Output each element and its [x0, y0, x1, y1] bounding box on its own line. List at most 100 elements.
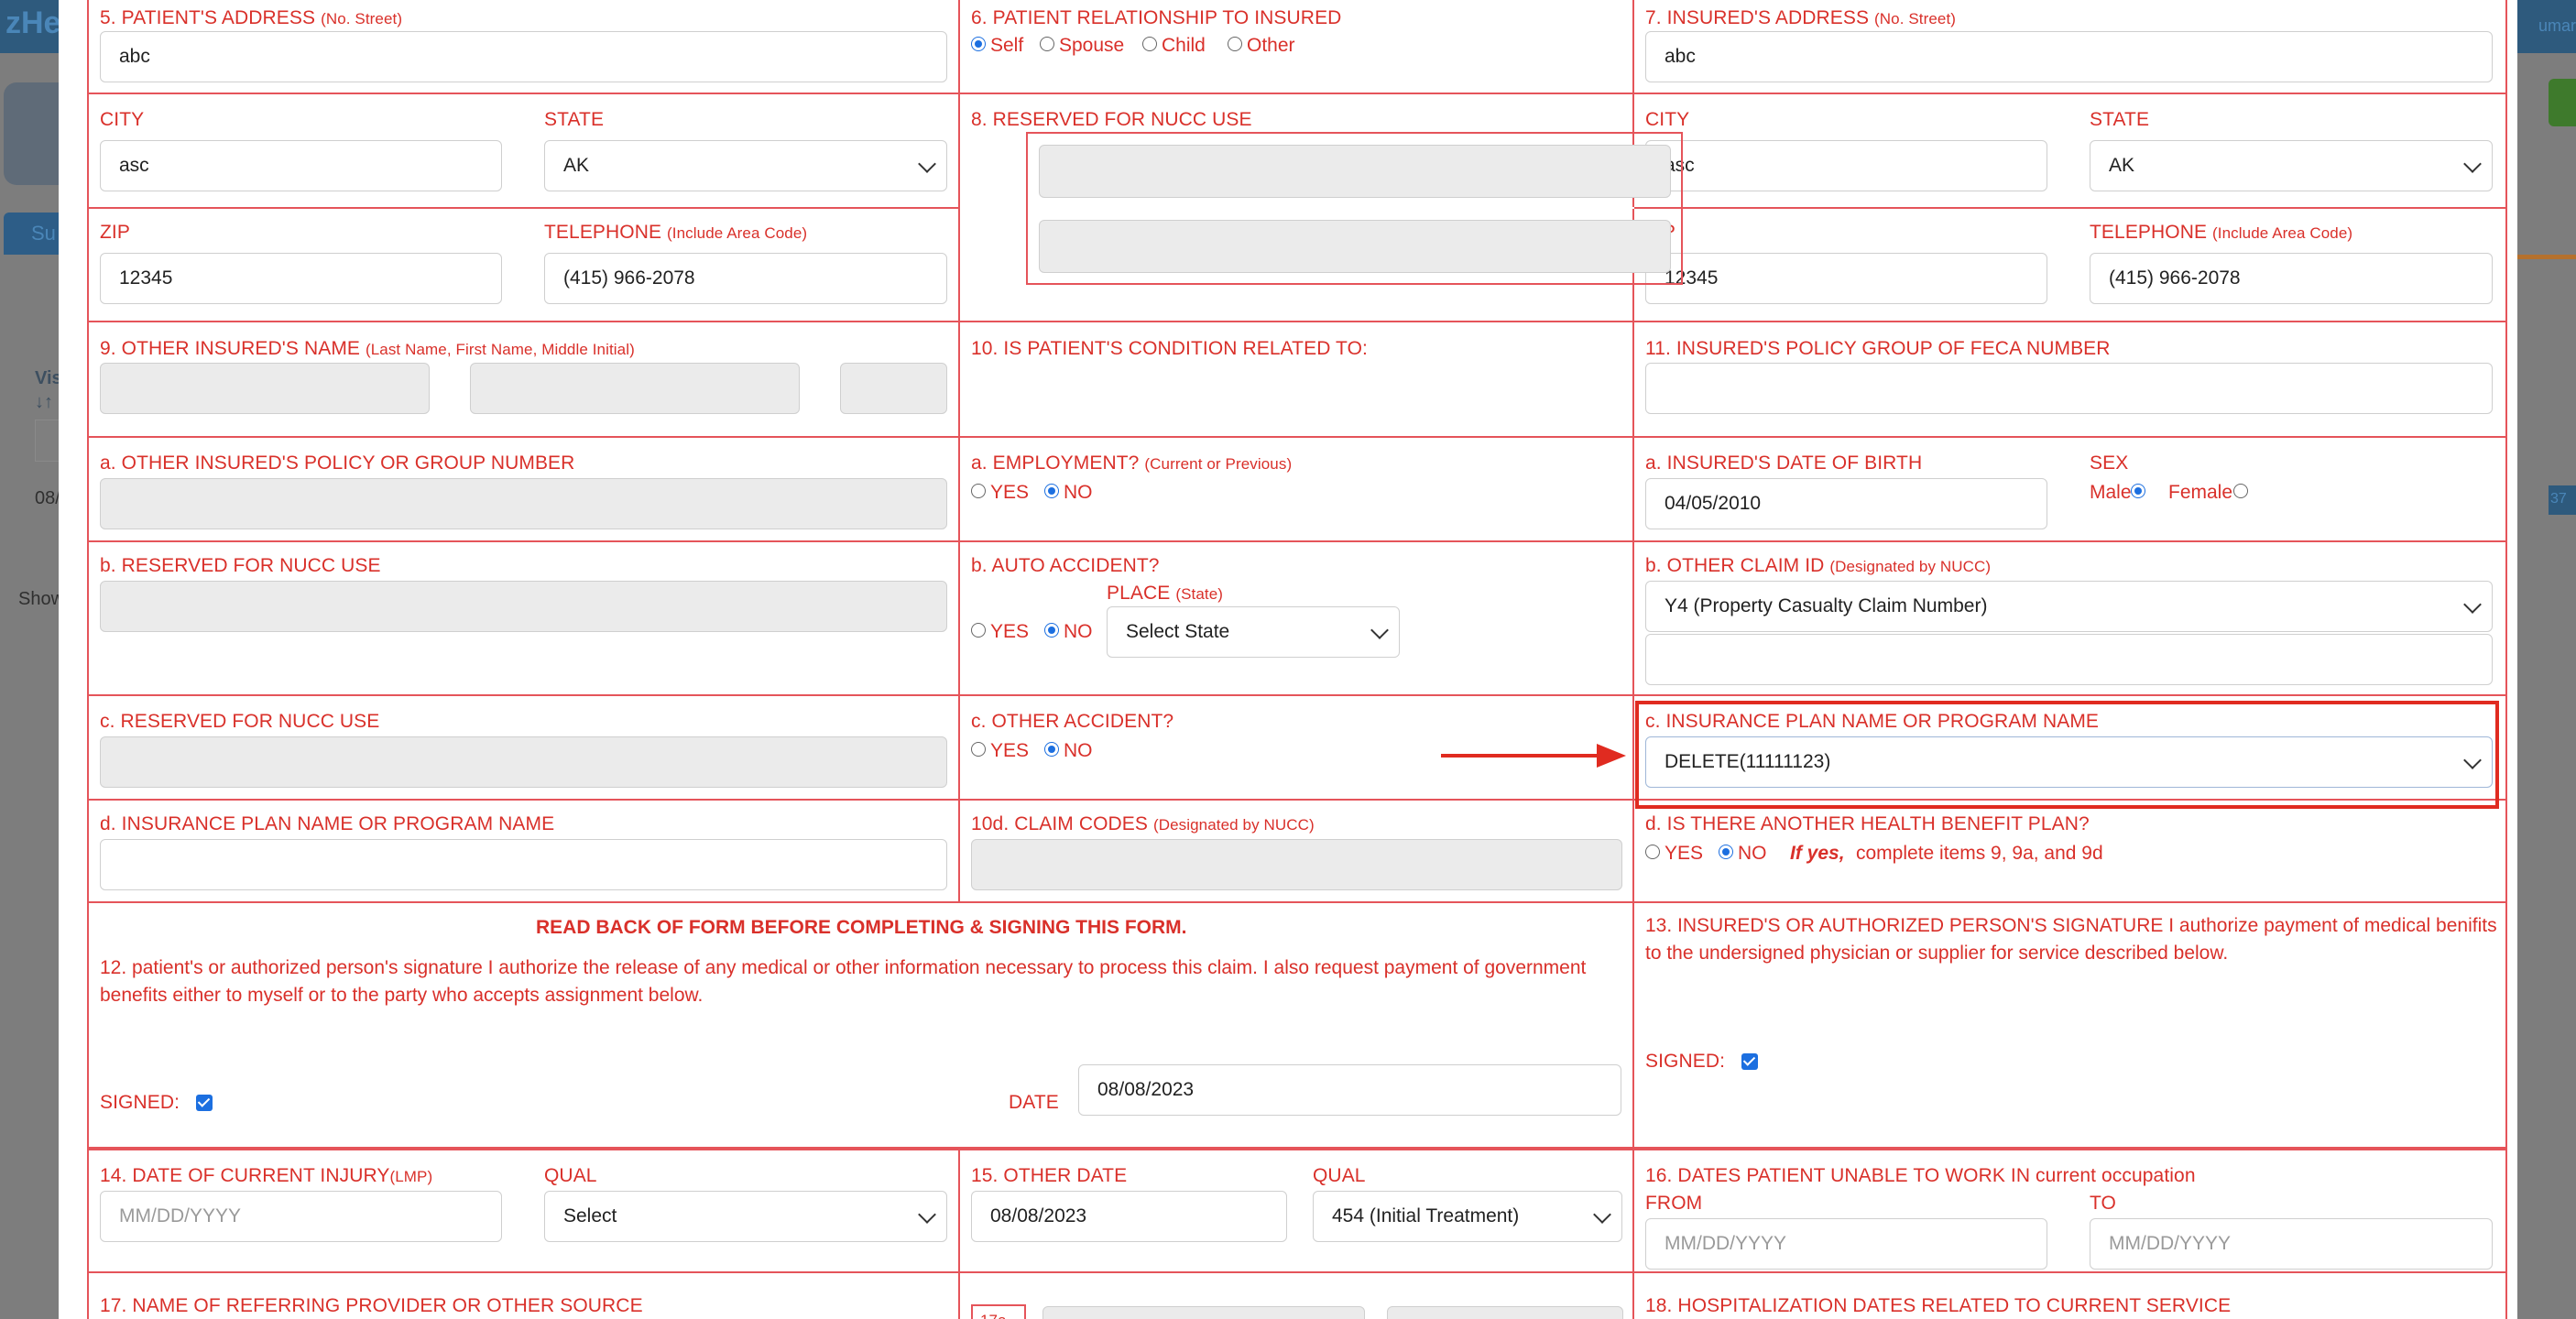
referring-provider-id-input[interactable] — [1387, 1306, 1623, 1319]
another-plan-no-label: NO — [1738, 843, 1767, 864]
auto-accident-no-radio[interactable] — [1044, 623, 1059, 638]
green-action-button[interactable] — [2549, 79, 2576, 126]
chevron-down-icon — [2463, 155, 2482, 173]
box10d-cell: 10d. CLAIM CODES (Designated by NUCC) — [960, 801, 1634, 901]
other-insured-policy-input[interactable] — [100, 478, 947, 529]
box5-city-cell: CITY asc STATE AK — [89, 94, 960, 207]
box9-cell: 9. OTHER INSURED'S NAME (Last Name, Firs… — [89, 322, 960, 436]
employment-no-radio[interactable] — [1044, 484, 1059, 498]
unable-work-to-input[interactable]: MM/DD/YYYY — [2090, 1218, 2493, 1270]
patient-zip-input[interactable]: 12345 — [100, 253, 502, 304]
box17-label: 17. NAME OF REFERRING PROVIDER OR OTHER … — [100, 1295, 643, 1316]
other-date-input[interactable]: 08/08/2023 — [971, 1191, 1287, 1242]
patient-telephone-input[interactable]: (415) 966-2078 — [544, 253, 947, 304]
current-injury-date-input[interactable]: MM/DD/YYYY — [100, 1191, 502, 1242]
policy-group-feca-input[interactable] — [1645, 363, 2493, 414]
sex-male-radio[interactable] — [2131, 484, 2145, 498]
other-claim-id-input[interactable] — [1645, 634, 2493, 685]
box9c-cell: c. RESERVED FOR NUCC USE — [89, 696, 960, 799]
insured-street-input[interactable]: abc — [1645, 31, 2493, 82]
box11a-cell: a. INSURED'S DATE OF BIRTH 04/05/2010 SE… — [1634, 438, 2505, 540]
reserved-nucc-9c-input[interactable] — [100, 736, 947, 788]
box14-cell: 14. DATE OF CURRENT INJURY(LMP) MM/DD/YY… — [89, 1150, 960, 1271]
employment-yes-radio[interactable] — [971, 484, 986, 498]
another-plan-yes-radio[interactable] — [1645, 845, 1660, 859]
sex-female-label: Female — [2168, 482, 2233, 503]
insured-city-input[interactable]: asc — [1645, 140, 2047, 191]
patient-signed-checkbox[interactable] — [196, 1095, 213, 1111]
box10-label: 10. IS PATIENT'S CONDITION RELATED TO: — [971, 338, 1368, 359]
other-insured-middle-initial-input[interactable] — [840, 363, 947, 414]
patient-city-input[interactable]: asc — [100, 140, 502, 191]
box10a-label: a. EMPLOYMENT? (Current or Previous) — [971, 452, 1293, 474]
box5-tel-label: TELEPHONE (Include Area Code) — [544, 222, 808, 243]
box11b-label: b. OTHER CLAIM ID (Designated by NUCC) — [1645, 555, 1992, 576]
other-claim-id-qualifier-value: Y4 (Property Casualty Claim Number) — [1665, 595, 1988, 616]
other-accident-yes-radio[interactable] — [971, 742, 986, 757]
box11-label: 11. INSURED'S POLICY GROUP OF FECA NUMBE… — [1645, 338, 2111, 359]
form-row-dates: 14. DATE OF CURRENT INJURY(LMP) MM/DD/YY… — [89, 1150, 2505, 1273]
other-insured-first-name-input[interactable] — [470, 363, 800, 414]
box11b-cell: b. OTHER CLAIM ID (Designated by NUCC) Y… — [1634, 542, 2505, 694]
insured-telephone-input[interactable]: (415) 966-2078 — [2090, 253, 2493, 304]
box8-label: 8. RESERVED FOR NUCC USE — [971, 109, 1252, 130]
reserved-nucc-input-2[interactable] — [1039, 220, 1671, 273]
box12-signed-label: SIGNED: — [100, 1092, 180, 1113]
signature-date-input[interactable]: 08/08/2023 — [1078, 1064, 1621, 1116]
employment-no-label: NO — [1064, 482, 1093, 503]
patient-state-select[interactable]: AK — [544, 140, 947, 191]
insured-zip-input[interactable]: 12345 — [1645, 253, 2047, 304]
insured-dob-input[interactable]: 04/05/2010 — [1645, 478, 2047, 529]
box14-qual-label: QUAL — [544, 1165, 597, 1186]
box10a-cell: a. EMPLOYMENT? (Current or Previous) YES… — [960, 438, 1634, 540]
count-badge: 37 — [2549, 485, 2576, 515]
unable-work-from-input[interactable]: MM/DD/YYYY — [1645, 1218, 2047, 1270]
accident-place-state-select[interactable]: Select State — [1107, 606, 1400, 658]
another-plan-no-radio[interactable] — [1719, 845, 1733, 859]
reserved-nucc-9b-input[interactable] — [100, 581, 947, 632]
box16-from-label: FROM — [1645, 1193, 1703, 1214]
auto-accident-yes-radio[interactable] — [971, 623, 986, 638]
other-date-qual-select[interactable]: 454 (Initial Treatment) — [1313, 1191, 1622, 1242]
box15-qual-label: QUAL — [1313, 1165, 1366, 1186]
reserved-nucc-input-1[interactable] — [1039, 145, 1671, 198]
tab-summary[interactable]: Su — [4, 213, 60, 255]
box11a-label: a. INSURED'S DATE OF BIRTH — [1645, 452, 1923, 474]
box18-label: 18. HOSPITALIZATION DATES RELATED TO CUR… — [1645, 1295, 2232, 1316]
box12-authorization-text: 12. patient's or authorized person's sig… — [100, 957, 1587, 1006]
box8-reserved-frame — [1026, 132, 1683, 285]
insured-signed-checkbox[interactable] — [1741, 1053, 1758, 1070]
patient-street-input[interactable]: abc — [100, 31, 947, 82]
other-insurance-plan-input[interactable] — [100, 839, 947, 890]
box17a-label: 17a — [980, 1312, 1007, 1319]
injury-qual-select[interactable]: Select — [544, 1191, 947, 1242]
row-date-partial: 08/ — [35, 488, 60, 508]
box9b-label: b. RESERVED FOR NUCC USE — [100, 555, 381, 576]
sort-icon[interactable]: ↓↑ — [35, 392, 53, 413]
relationship-self-radio[interactable] — [971, 37, 986, 51]
relationship-spouse-radio[interactable] — [1040, 37, 1054, 51]
other-accident-no-radio[interactable] — [1044, 742, 1059, 757]
relationship-child-radio[interactable] — [1142, 37, 1157, 51]
box10c-label: c. OTHER ACCIDENT? — [971, 711, 1174, 732]
annotation-arrow-shaft — [1441, 754, 1599, 758]
app-logo: zHe — [5, 5, 61, 40]
avatar — [4, 82, 60, 185]
other-claim-id-qualifier-select[interactable]: Y4 (Property Casualty Claim Number) — [1645, 581, 2493, 632]
box5-state-label: STATE — [544, 109, 605, 130]
insured-state-select[interactable]: AK — [2090, 140, 2493, 191]
visit-filter-input[interactable] — [35, 420, 60, 462]
box11d-label: d. IS THERE ANOTHER HEALTH BENEFIT PLAN? — [1645, 813, 2090, 834]
sex-female-radio[interactable] — [2233, 484, 2248, 498]
form-row-d: d. INSURANCE PLAN NAME OR PROGRAM NAME 1… — [89, 801, 2505, 903]
user-menu[interactable]: umar — [2538, 16, 2576, 36]
form-row-signatures: READ BACK OF FORM BEFORE COMPLETING & SI… — [89, 903, 2505, 1149]
other-insured-last-name-input[interactable] — [100, 363, 430, 414]
box13-cell: 13. INSURED'S OR AUTHORIZED PERSON'S SIG… — [1634, 903, 2505, 1149]
claim-codes-input[interactable] — [971, 839, 1622, 890]
relationship-other-radio[interactable] — [1228, 37, 1242, 51]
relationship-self-label: Self — [990, 35, 1024, 56]
box10d-label: 10d. CLAIM CODES (Designated by NUCC) — [971, 813, 1315, 834]
box18-cell: 18. HOSPITALIZATION DATES RELATED TO CUR… — [1634, 1273, 2505, 1319]
referring-provider-qualifier-input[interactable] — [1042, 1306, 1365, 1319]
